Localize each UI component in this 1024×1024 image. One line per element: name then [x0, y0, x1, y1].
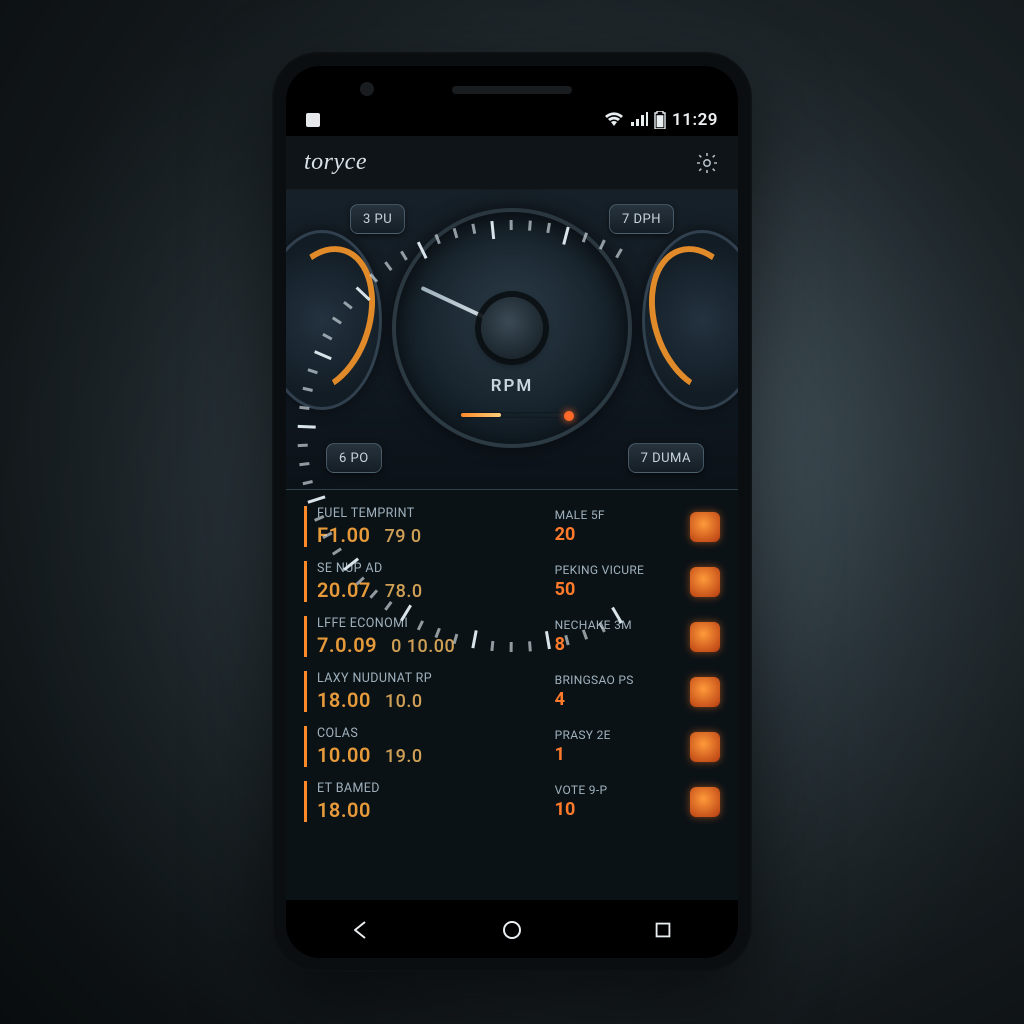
gauge-hub	[481, 297, 543, 359]
sensor-row[interactable]: FUEL TEMPRINT F1.0079 0 MALE 5F 20	[286, 500, 738, 555]
phone-camera	[360, 82, 374, 96]
aux-label: VOTE 9-P	[555, 783, 680, 797]
sensor-values: 18.0010.0	[317, 688, 541, 712]
warning-icon	[690, 677, 720, 707]
sensor-label: FUEL TEMPRINT	[317, 506, 541, 521]
sensor-values: 7.0.090 10.00	[317, 633, 541, 657]
sensor-label: LFFE ECONOMI	[317, 616, 541, 631]
sensor-values: F1.0079 0	[317, 523, 541, 547]
notification-icon	[306, 113, 320, 127]
gauge-pill-tr-label: 7 DPH	[622, 212, 661, 227]
status-bar: 11:29	[286, 66, 738, 136]
gauge-pill-bl-label: 6 PO	[339, 451, 369, 466]
phone-speaker	[452, 86, 572, 94]
aux-value: 50	[555, 579, 680, 600]
app-bar: toryce	[286, 136, 738, 190]
battery-icon	[654, 111, 666, 129]
sensor-values: 18.00	[317, 798, 541, 822]
recent-apps-button[interactable]	[643, 910, 683, 950]
gauge-panel[interactable]: 3 PU 7 DPH 6 PO 7 DUMA RPM	[286, 190, 738, 490]
sensor-label: ET BAMED	[317, 781, 541, 796]
sensor-row[interactable]: LAXY NUDUNAT RP 18.0010.0 BRINGSAO PS 4	[286, 665, 738, 720]
right-aux-gauge	[642, 230, 738, 410]
app-title: toryce	[304, 149, 367, 176]
cell-signal-icon	[630, 112, 648, 128]
aux-label: MALE 5F	[555, 508, 680, 522]
aux-value: 1	[555, 744, 680, 765]
sensor-row[interactable]: COLAS 10.0019.0 PRASY 2E 1	[286, 720, 738, 775]
gauge-pill-br-label: 7 DUMA	[641, 451, 691, 466]
rpm-gauge[interactable]: RPM	[392, 208, 632, 448]
gauge-pill-bottom-right[interactable]: 7 DUMA	[628, 443, 704, 473]
gauge-progress	[457, 412, 567, 418]
gauge-unit-label: RPM	[491, 376, 534, 396]
sensor-row[interactable]: LFFE ECONOMI 7.0.090 10.00 NECHAKE 3M 8	[286, 610, 738, 665]
warning-icon	[690, 512, 720, 542]
warning-icon	[690, 732, 720, 762]
wifi-icon	[604, 112, 624, 128]
home-button[interactable]	[492, 910, 532, 950]
phone-frame: 11:29 toryce 3 PU 7 DPH 6 PO 7 DUMA	[272, 52, 752, 972]
sensor-values: 10.0019.0	[317, 743, 541, 767]
sensor-row[interactable]: ET BAMED 18.00 VOTE 9-P 10	[286, 775, 738, 830]
android-nav-bar	[286, 900, 738, 958]
screen: 11:29 toryce 3 PU 7 DPH 6 PO 7 DUMA	[286, 66, 738, 958]
warning-icon	[690, 622, 720, 652]
settings-icon[interactable]	[694, 150, 720, 176]
aux-value: 4	[555, 689, 680, 710]
aux-label: BRINGSAO PS	[555, 673, 680, 687]
status-time: 11:29	[672, 110, 718, 130]
warning-icon	[690, 787, 720, 817]
aux-label: PEKING VICURE	[555, 563, 680, 577]
aux-value: 10	[555, 799, 680, 820]
back-button[interactable]	[341, 910, 381, 950]
aux-value: 8	[555, 634, 680, 655]
gauge-pill-tl-label: 3 PU	[363, 212, 392, 227]
aux-label: PRASY 2E	[555, 728, 680, 742]
gauge-pill-bottom-left[interactable]: 6 PO	[326, 443, 382, 473]
sensor-list[interactable]: FUEL TEMPRINT F1.0079 0 MALE 5F 20 SE NU…	[286, 490, 738, 900]
warning-icon	[690, 567, 720, 597]
sensor-values: 20.0778.0	[317, 578, 541, 602]
sensor-label: COLAS	[317, 726, 541, 741]
aux-value: 20	[555, 524, 680, 545]
gauge-pill-top-left[interactable]: 3 PU	[350, 204, 405, 234]
gauge-indicator-dot	[564, 411, 574, 421]
sensor-label: LAXY NUDUNAT RP	[317, 671, 541, 686]
